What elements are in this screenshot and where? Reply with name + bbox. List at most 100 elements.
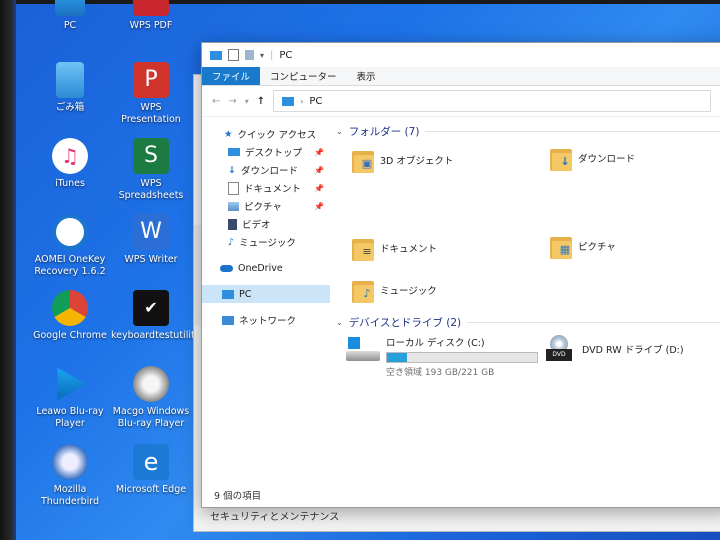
desktop-icon-label: WPS PDF xyxy=(129,20,173,31)
folder-documents[interactable]: ≡ ドキュメント xyxy=(352,235,437,261)
desktop-icon-label: WPS Presentation xyxy=(121,102,181,125)
wps-presentation-icon: P xyxy=(133,62,169,98)
folder-label: ピクチャ xyxy=(578,242,616,253)
breadcrumb-chevron-icon[interactable]: › xyxy=(300,97,303,106)
desktop-icon-keyboardtest[interactable]: ✔ keyboardtestutility xyxy=(111,290,200,342)
screen-bezel-left xyxy=(0,0,16,540)
item-count: 9 個の項目 xyxy=(214,491,262,502)
video-icon xyxy=(228,218,237,230)
collapse-chevron-icon[interactable]: ⌄ xyxy=(336,127,343,136)
desktop-icon-macgo[interactable]: Macgo Windows Blu-ray Player xyxy=(111,366,191,430)
drive-d[interactable]: DVD DVD RW ドライブ (D:) xyxy=(546,335,684,363)
nav-label: ミュージック xyxy=(239,238,296,249)
drive-name: ローカル ディスク (C:) xyxy=(386,338,485,349)
folder-label: 3D オブジェクト xyxy=(380,156,454,167)
address-path[interactable]: PC xyxy=(309,96,322,107)
desktop-icon-itunes[interactable]: ♫ iTunes xyxy=(30,138,110,190)
desktop-icon-label: ごみ箱 xyxy=(55,102,85,113)
nav-pictures[interactable]: ピクチャ 📌 xyxy=(202,197,330,215)
pin-icon[interactable]: 📌 xyxy=(314,166,324,175)
cloud-icon xyxy=(220,264,233,272)
folder-label: ダウンロード xyxy=(578,154,636,165)
collapse-chevron-icon[interactable]: ⌄ xyxy=(336,318,343,327)
nav-downloads[interactable]: ↓ ダウンロード 📌 xyxy=(202,161,330,179)
desktop-icon-label: AOMEI OneKey Recovery 1.6.2 xyxy=(34,254,106,277)
tab-file[interactable]: ファイル xyxy=(202,67,261,85)
computer-icon xyxy=(210,50,222,60)
aomei-recovery-icon xyxy=(52,214,88,250)
tab-view[interactable]: 表示 xyxy=(347,67,386,85)
desktop-icon-aomei[interactable]: AOMEI OneKey Recovery 1.6.2 xyxy=(30,214,110,278)
recent-dropdown-icon[interactable]: ▾ xyxy=(245,97,249,106)
leawo-player-icon xyxy=(57,367,87,401)
pin-icon[interactable]: 📌 xyxy=(314,184,324,193)
download-icon: ↓ xyxy=(228,164,236,176)
folder-3d-objects[interactable]: ▣ 3D オブジェクト xyxy=(352,147,453,173)
wps-writer-icon: W xyxy=(133,214,169,250)
nav-label: デスクトップ xyxy=(245,148,303,159)
folder-music[interactable]: ♪ ミュージック xyxy=(352,277,437,303)
group-title: フォルダー (7) xyxy=(348,125,420,138)
desktop-icon-label: WPS Writer xyxy=(124,254,178,265)
nav-documents[interactable]: ドキュメント 📌 xyxy=(202,179,330,197)
folder-icon: ♪ xyxy=(352,277,374,303)
group-divider xyxy=(467,321,720,323)
nav-label: ピクチャ xyxy=(244,202,282,213)
nav-label: OneDrive xyxy=(238,262,283,274)
network-icon xyxy=(222,315,234,325)
desktop-icon-edge[interactable]: e Microsoft Edge xyxy=(111,444,191,496)
thunderbird-icon xyxy=(52,444,88,480)
folder-icon: ↓ xyxy=(550,145,572,171)
dvd-drive-icon: DVD xyxy=(546,335,576,363)
desktop-icon-recycle-bin[interactable]: ごみ箱 xyxy=(30,62,110,114)
star-icon: ★ xyxy=(224,128,233,140)
tab-computer[interactable]: コンピューター xyxy=(260,67,347,85)
desktop-icon-wps-writer[interactable]: W WPS Writer xyxy=(111,214,191,266)
drive-name: DVD RW ドライブ (D:) xyxy=(582,345,684,356)
folders-group-header[interactable]: ⌄ フォルダー (7) xyxy=(330,122,720,140)
nav-videos[interactable]: ビデオ xyxy=(202,215,330,233)
folder-pictures[interactable]: ▦ ピクチャ xyxy=(550,233,616,259)
ribbon-tabs: ファイル コンピューター 表示 xyxy=(202,67,720,86)
customize-toolbar-icon[interactable]: ▾ xyxy=(260,51,264,60)
desktop-icon-leawo[interactable]: Leawo Blu-ray Player xyxy=(30,366,110,430)
nav-onedrive[interactable]: OneDrive xyxy=(202,259,330,277)
desktop-icon-label: Google Chrome xyxy=(33,330,107,341)
content-pane: ⌄ フォルダー (7) ▣ 3D オブジェクト ↓ ダウンロード ≡ ドキュメン… xyxy=(330,117,720,483)
properties-icon[interactable] xyxy=(228,49,239,61)
pc-icon xyxy=(222,289,234,299)
wps-spreadsheets-icon: S xyxy=(133,138,169,174)
up-arrow-icon[interactable]: ↑ xyxy=(257,96,265,107)
desktop-icon-label: Macgo Windows Blu-ray Player xyxy=(112,406,190,429)
desktop-icon-chrome[interactable]: Google Chrome xyxy=(30,290,110,342)
forward-arrow-icon[interactable]: → xyxy=(228,96,236,107)
pin-icon[interactable]: 📌 xyxy=(314,202,324,211)
desktop-icon-label: Leawo Blu-ray Player xyxy=(36,406,104,429)
recycle-bin-icon xyxy=(56,62,84,98)
nav-quick-access[interactable]: ★ クイック アクセス xyxy=(202,125,330,143)
drive-c[interactable]: ローカル ディスク (C:) 空き領域 193 GB/221 GB xyxy=(346,335,538,378)
file-explorer-window[interactable]: ▾ | PC ファイル コンピューター 表示 ← → ▾ ↑ › PC ★ クイ… xyxy=(201,42,720,508)
drive-free-space: 空き領域 193 GB/221 GB xyxy=(386,368,495,378)
desktop-icon-wps-presentation[interactable]: P WPS Presentation xyxy=(111,62,191,126)
desktop-icon-wps-spreadsheets[interactable]: S WPS Spreadsheets xyxy=(111,138,191,202)
devices-group-header[interactable]: ⌄ デバイスとドライブ (2) xyxy=(330,313,720,331)
desktop-icon-label: iTunes xyxy=(55,178,85,189)
macgo-player-icon xyxy=(133,366,169,402)
folder-downloads[interactable]: ↓ ダウンロード xyxy=(550,145,635,171)
back-arrow-icon[interactable]: ← xyxy=(212,96,220,107)
address-bar[interactable]: › PC xyxy=(273,90,712,112)
new-folder-icon[interactable] xyxy=(245,50,254,60)
nav-music[interactable]: ♪ ミュージック xyxy=(202,233,330,251)
desktop-icon-thunderbird[interactable]: Mozilla Thunderbird xyxy=(30,444,110,508)
nav-network[interactable]: ネットワーク xyxy=(202,311,330,329)
desktop-icon-wps-pdf[interactable]: WPS PDF xyxy=(111,0,191,32)
nav-this-pc[interactable]: PC xyxy=(202,285,330,303)
pc-icon xyxy=(55,0,85,16)
status-bar: 9 個の項目 xyxy=(202,483,720,507)
pin-icon[interactable]: 📌 xyxy=(314,148,324,157)
window-title: PC xyxy=(279,49,293,61)
desktop-icon-pc[interactable]: PC xyxy=(30,0,110,32)
nav-label: ダウンロード xyxy=(240,166,298,177)
nav-desktop[interactable]: デスクトップ 📌 xyxy=(202,143,330,161)
